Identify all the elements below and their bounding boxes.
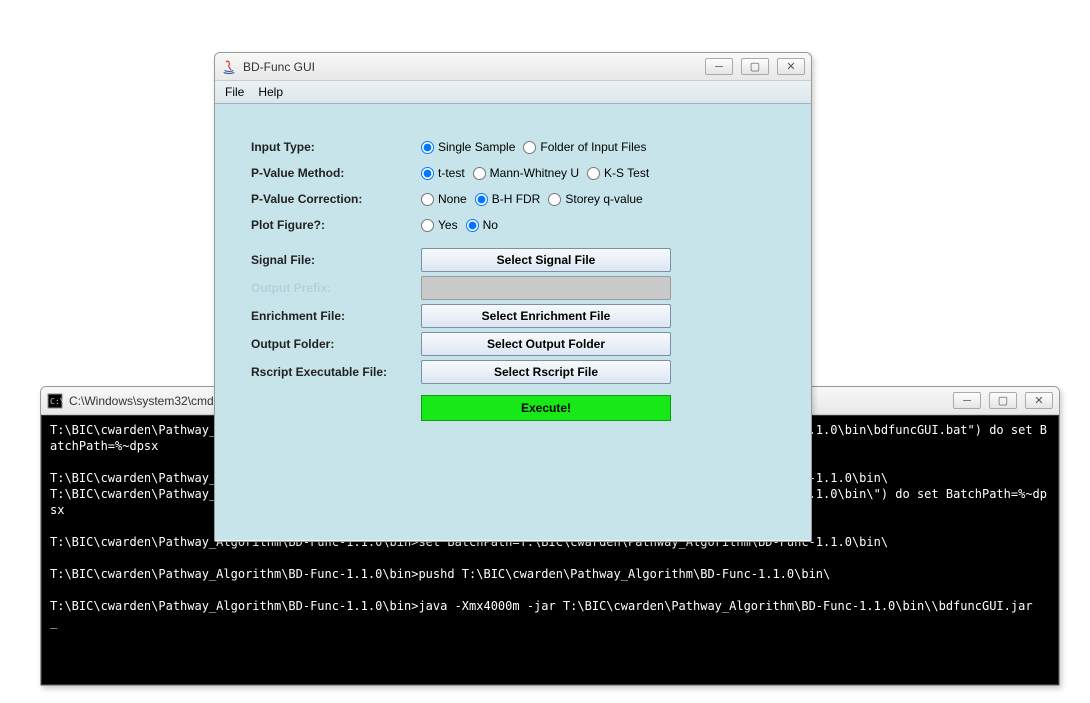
label-pvalue-method: P-Value Method: <box>251 166 421 180</box>
radio-bhfdr[interactable]: B-H FDR <box>475 192 541 206</box>
label-pvalue-correction: P-Value Correction: <box>251 192 421 206</box>
disabled-button <box>421 276 671 300</box>
bdfunc-gui-window: BD-Func GUI ─ ▢ ✕ File Help Input Type: … <box>214 52 812 542</box>
maximize-button[interactable]: ▢ <box>989 392 1017 409</box>
cmd-title: C:\Windows\system32\cmd.exe <box>69 394 236 408</box>
radio-ttest[interactable]: t-test <box>421 166 465 180</box>
radiogroup-plot-figure: Yes No <box>421 218 498 232</box>
radio-kstest[interactable]: K-S Test <box>587 166 649 180</box>
radio-yes[interactable]: Yes <box>421 218 458 232</box>
radiogroup-pvalue-method: t-test Mann-Whitney U K-S Test <box>421 166 649 180</box>
cmd-icon: C:\ <box>47 393 63 409</box>
gui-title: BD-Func GUI <box>243 60 315 74</box>
label-plot-figure: Plot Figure?: <box>251 218 421 232</box>
gui-body: Input Type: Single Sample Folder of Inpu… <box>215 104 811 540</box>
gui-titlebar[interactable]: BD-Func GUI ─ ▢ ✕ <box>215 53 811 81</box>
label-enrichment-file: Enrichment File: <box>251 309 421 323</box>
radiogroup-input-type: Single Sample Folder of Input Files <box>421 140 646 154</box>
menu-file[interactable]: File <box>225 85 244 99</box>
radio-none[interactable]: None <box>421 192 467 206</box>
label-input-type: Input Type: <box>251 140 421 154</box>
select-enrichment-file-button[interactable]: Select Enrichment File <box>421 304 671 328</box>
radio-folder-input[interactable]: Folder of Input Files <box>523 140 646 154</box>
close-button[interactable]: ✕ <box>1025 392 1053 409</box>
execute-button[interactable]: Execute! <box>421 395 671 421</box>
label-signal-file: Signal File: <box>251 253 421 267</box>
select-output-folder-button[interactable]: Select Output Folder <box>421 332 671 356</box>
radio-no[interactable]: No <box>466 218 498 232</box>
label-rscript-file: Rscript Executable File: <box>251 365 421 379</box>
svg-text:C:\: C:\ <box>50 397 63 406</box>
radio-storey-q[interactable]: Storey q-value <box>548 192 642 206</box>
minimize-button[interactable]: ─ <box>953 392 981 409</box>
select-rscript-file-button[interactable]: Select Rscript File <box>421 360 671 384</box>
radiogroup-pvalue-correction: None B-H FDR Storey q-value <box>421 192 643 206</box>
minimize-button[interactable]: ─ <box>705 58 733 75</box>
menubar: File Help <box>215 81 811 104</box>
label-output-folder: Output Folder: <box>251 337 421 351</box>
maximize-button[interactable]: ▢ <box>741 58 769 75</box>
select-signal-file-button[interactable]: Select Signal File <box>421 248 671 272</box>
close-button[interactable]: ✕ <box>777 58 805 75</box>
label-disabled: Output Prefix: <box>251 281 421 295</box>
menu-help[interactable]: Help <box>258 85 283 99</box>
radio-single-sample[interactable]: Single Sample <box>421 140 515 154</box>
radio-mannwhitney[interactable]: Mann-Whitney U <box>473 166 579 180</box>
java-icon <box>221 59 237 75</box>
